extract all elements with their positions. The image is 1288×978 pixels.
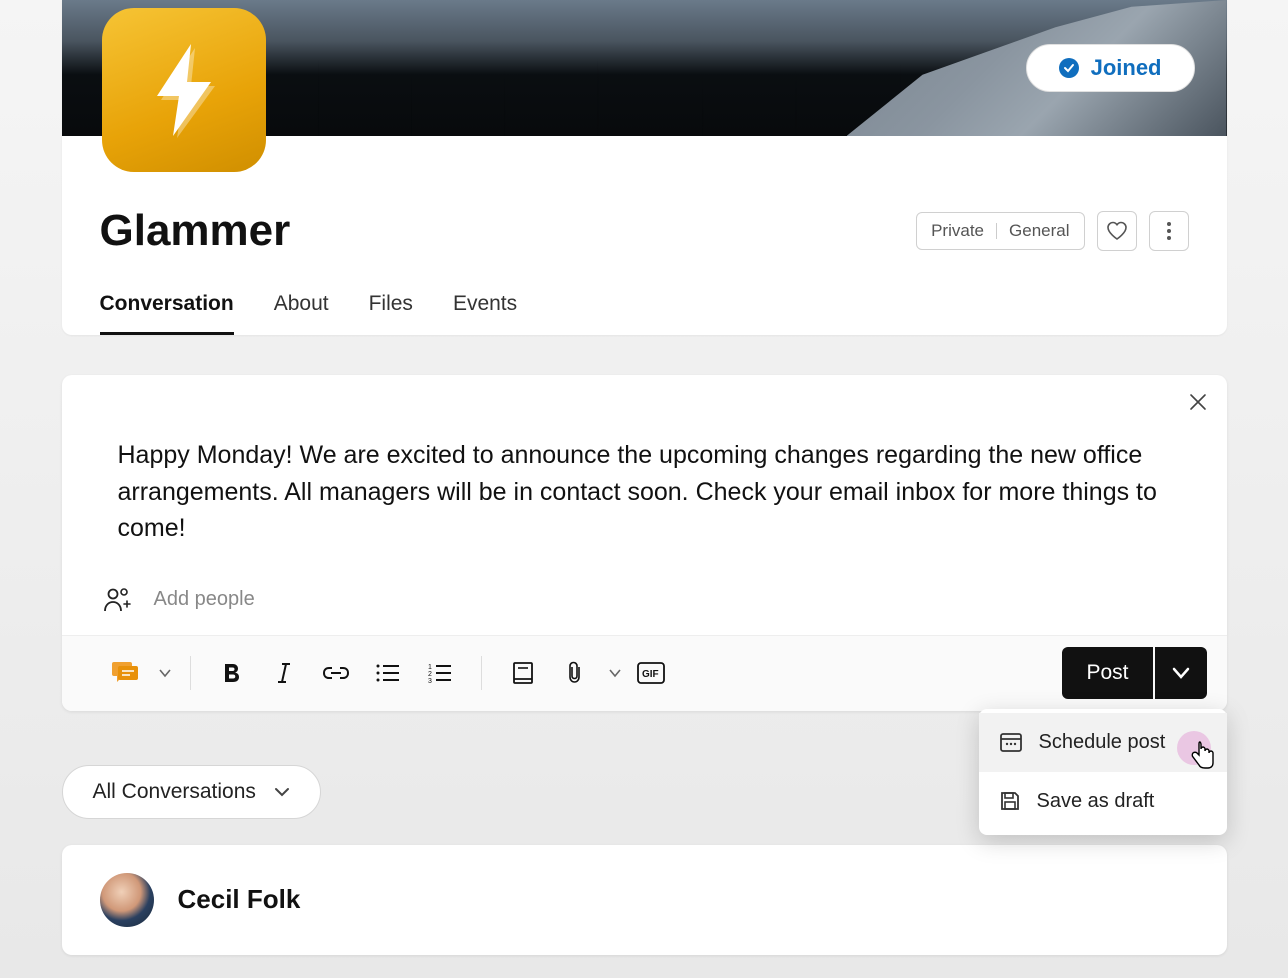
group-header: Joined Glammer Private General [62, 0, 1227, 335]
post-composer: Happy Monday! We are excited to announce… [62, 375, 1227, 711]
group-title: Glammer [100, 206, 291, 256]
italic-button[interactable] [261, 650, 307, 696]
close-composer-button[interactable] [1189, 393, 1207, 411]
gif-icon: GIF [637, 662, 665, 684]
cursor-pointer-icon [1189, 741, 1217, 771]
post-button[interactable]: Post [1062, 647, 1152, 699]
people-add-icon [104, 587, 132, 613]
link-icon [323, 665, 349, 681]
bullet-list-button[interactable] [365, 650, 411, 696]
tab-files[interactable]: Files [369, 292, 413, 335]
save-icon [999, 790, 1021, 812]
attach-button[interactable] [552, 650, 598, 696]
bold-icon [222, 662, 242, 684]
attach-icon [567, 661, 583, 685]
chevron-down-icon [1172, 667, 1190, 679]
discussion-icon [110, 660, 140, 686]
bold-button[interactable] [209, 650, 255, 696]
tab-conversation[interactable]: Conversation [100, 292, 234, 335]
bullet-list-icon [376, 663, 400, 683]
number-list-button[interactable]: 123 [417, 650, 463, 696]
tab-about[interactable]: About [274, 292, 329, 335]
tab-events[interactable]: Events [453, 292, 517, 335]
calendar-icon [999, 731, 1023, 753]
heart-icon [1106, 221, 1128, 241]
group-logo [102, 8, 266, 172]
bolt-icon [145, 42, 223, 138]
filter-label: All Conversations [93, 780, 256, 804]
close-icon [1189, 393, 1207, 411]
banner-image: Joined [62, 0, 1227, 136]
svg-text:GIF: GIF [642, 669, 659, 680]
feed-post[interactable]: Cecil Folk [62, 845, 1227, 955]
privacy-badge[interactable]: Private General [916, 212, 1084, 250]
chevron-down-icon [274, 787, 290, 797]
post-author: Cecil Folk [178, 884, 301, 915]
post-options-button[interactable] [1155, 647, 1207, 699]
more-options-button[interactable] [1149, 211, 1189, 251]
privacy-right: General [1009, 221, 1069, 241]
composer-toolbar: 123 GIF Post [62, 635, 1227, 711]
svg-text:2: 2 [428, 671, 432, 678]
privacy-left: Private [931, 221, 984, 241]
joined-button[interactable]: Joined [1026, 44, 1195, 92]
conversation-filter[interactable]: All Conversations [62, 765, 321, 819]
gif-button[interactable]: GIF [628, 650, 674, 696]
favorite-button[interactable] [1097, 211, 1137, 251]
book-icon [512, 661, 534, 685]
joined-label: Joined [1091, 55, 1162, 81]
save-draft-item[interactable]: Save as draft [979, 772, 1227, 831]
tabs: Conversation About Files Events [100, 292, 1189, 335]
link-button[interactable] [313, 650, 359, 696]
more-vertical-icon [1167, 222, 1171, 240]
avatar [100, 873, 154, 927]
discussion-type-button[interactable] [102, 650, 148, 696]
check-icon [1059, 58, 1079, 78]
svg-text:1: 1 [428, 664, 432, 671]
schedule-post-label: Schedule post [1039, 731, 1166, 754]
add-people-row[interactable]: Add people [62, 587, 1227, 635]
chevron-down-icon[interactable] [608, 668, 622, 678]
post-options-menu: Schedule post Save as draft [979, 709, 1227, 835]
svg-text:3: 3 [428, 678, 432, 683]
add-people-placeholder: Add people [154, 588, 255, 611]
composer-textarea[interactable]: Happy Monday! We are excited to announce… [62, 375, 1227, 587]
schedule-post-item[interactable]: Schedule post [979, 713, 1227, 772]
italic-icon [276, 662, 292, 684]
number-list-icon: 123 [428, 663, 452, 683]
chevron-down-icon[interactable] [158, 668, 172, 678]
save-draft-label: Save as draft [1037, 790, 1155, 813]
topic-button[interactable] [500, 650, 546, 696]
